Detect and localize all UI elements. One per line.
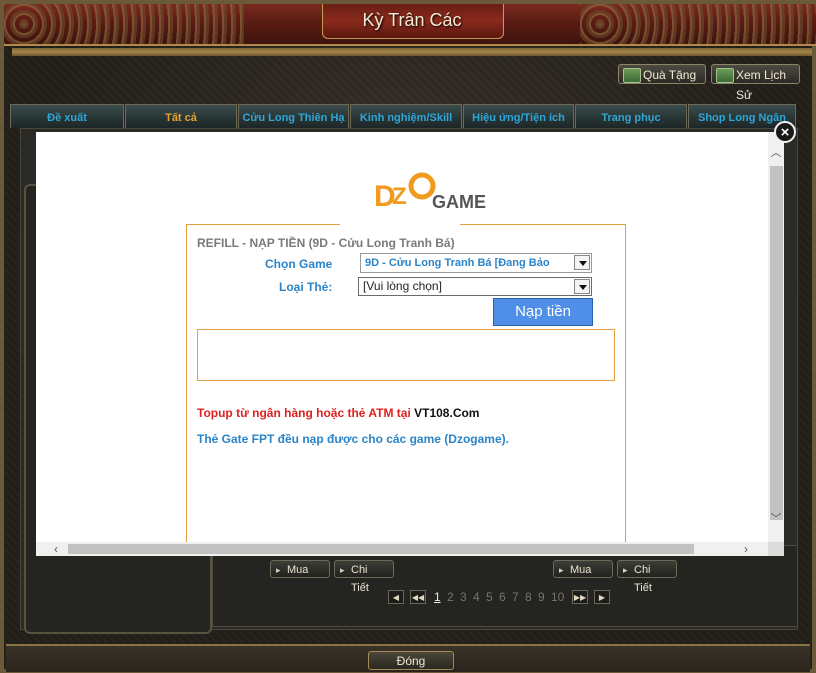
svg-text:GAME: GAME bbox=[432, 192, 486, 212]
next-page-icon[interactable]: ▶▶ bbox=[572, 590, 588, 604]
vertical-scroll-thumb[interactable] bbox=[770, 166, 783, 520]
buy-button[interactable]: Mua bbox=[553, 560, 613, 579]
horizontal-scroll-thumb[interactable] bbox=[68, 544, 694, 554]
tab-cuu-long-thien-ha[interactable]: Cửu Long Thiên Hạ bbox=[238, 104, 349, 128]
page-link[interactable]: 8 bbox=[525, 590, 532, 604]
tab-de-xuat[interactable]: Đề xuất bbox=[10, 104, 124, 128]
tab-tat-ca[interactable]: Tất cả bbox=[125, 104, 237, 128]
first-page-icon[interactable]: ◀ bbox=[388, 590, 404, 604]
gift-button[interactable]: Quà Tặng bbox=[618, 64, 706, 84]
vt108-link[interactable]: VT108.Com bbox=[414, 406, 479, 420]
scroll-left-icon[interactable]: ‹ bbox=[48, 542, 64, 556]
card-type-label: Loại Thẻ: bbox=[279, 280, 333, 294]
svg-text:Z: Z bbox=[392, 183, 407, 210]
scroll-corner bbox=[768, 542, 784, 556]
page-link[interactable]: 6 bbox=[499, 590, 506, 604]
dzogame-logo: D Z GAME bbox=[374, 172, 486, 213]
gift-icon bbox=[623, 68, 641, 83]
page-link[interactable]: 9 bbox=[538, 590, 545, 604]
page-link[interactable]: 5 bbox=[486, 590, 493, 604]
chevron-down-icon bbox=[574, 279, 590, 294]
page-link[interactable]: 2 bbox=[447, 590, 454, 604]
page-link[interactable]: 1 bbox=[434, 590, 441, 604]
refill-title: REFILL - NẠP TIỀN (9D - Cửu Long Tranh B… bbox=[197, 236, 455, 250]
scroll-right-icon[interactable]: › bbox=[738, 542, 754, 556]
prev-page-icon[interactable]: ◀◀ bbox=[410, 590, 426, 604]
history-button[interactable]: Xem Lịch Sử bbox=[711, 64, 800, 102]
topup-submit-button[interactable]: Nạp tiền bbox=[493, 298, 593, 326]
game-select-value: 9D - Cửu Long Tranh Bá [Đang Bảo bbox=[365, 257, 550, 269]
card-type-select[interactable]: [Vui lòng chọn] bbox=[358, 277, 592, 296]
topup-note-text: Topup từ ngân hàng hoặc thẻ ATM tại bbox=[197, 406, 415, 420]
form-legend-gap bbox=[340, 220, 460, 228]
detail-button[interactable]: Chi Tiết bbox=[334, 560, 394, 594]
message-box bbox=[197, 329, 615, 381]
scroll-history-icon bbox=[716, 68, 734, 83]
gift-button-label: Quà Tặng bbox=[643, 68, 697, 82]
page-link[interactable]: 3 bbox=[460, 590, 467, 604]
page-link[interactable]: 10 bbox=[551, 590, 564, 604]
choose-game-label: Chọn Game bbox=[265, 257, 333, 271]
gate-card-note: Thẻ Gate FPT đều nạp được cho các game (… bbox=[197, 432, 509, 446]
close-window-button[interactable]: Đóng bbox=[368, 651, 454, 670]
item-list-area bbox=[212, 545, 798, 627]
scroll-down-icon[interactable]: ﹀ bbox=[768, 512, 784, 526]
tab-kinh-nghiem-skill[interactable]: Kinh nghiệm/Skill bbox=[350, 104, 462, 128]
topup-note: Topup từ ngân hàng hoặc thẻ ATM tại VT10… bbox=[197, 406, 479, 420]
window-title: Kỳ Trân Các bbox=[362, 10, 462, 30]
title-bar: Kỳ Trân Các bbox=[4, 4, 816, 46]
modal-vertical-scrollbar[interactable]: ︿ ﹀ bbox=[768, 132, 784, 542]
header-band bbox=[12, 48, 812, 56]
game-select[interactable]: 9D - Cửu Long Tranh Bá [Đang Bảo bbox=[360, 253, 592, 273]
buy-button[interactable]: Mua bbox=[270, 560, 330, 579]
scroll-up-icon[interactable]: ︿ bbox=[768, 146, 784, 160]
detail-button[interactable]: Chi Tiết bbox=[617, 560, 677, 594]
refill-form bbox=[186, 224, 626, 554]
card-type-select-value: [Vui lòng chọn] bbox=[363, 279, 442, 293]
tab-trang-phuc[interactable]: Trang phục bbox=[575, 104, 687, 128]
page-link[interactable]: 4 bbox=[473, 590, 480, 604]
modal-horizontal-scrollbar[interactable]: ‹ › bbox=[36, 542, 768, 556]
page-link[interactable]: 7 bbox=[512, 590, 519, 604]
tab-hieu-ung-tien-ich[interactable]: Hiệu ứng/Tiện ích bbox=[463, 104, 574, 128]
last-page-icon[interactable]: ▶ bbox=[594, 590, 610, 604]
chevron-down-icon bbox=[574, 255, 590, 270]
close-icon[interactable]: × bbox=[774, 121, 796, 143]
